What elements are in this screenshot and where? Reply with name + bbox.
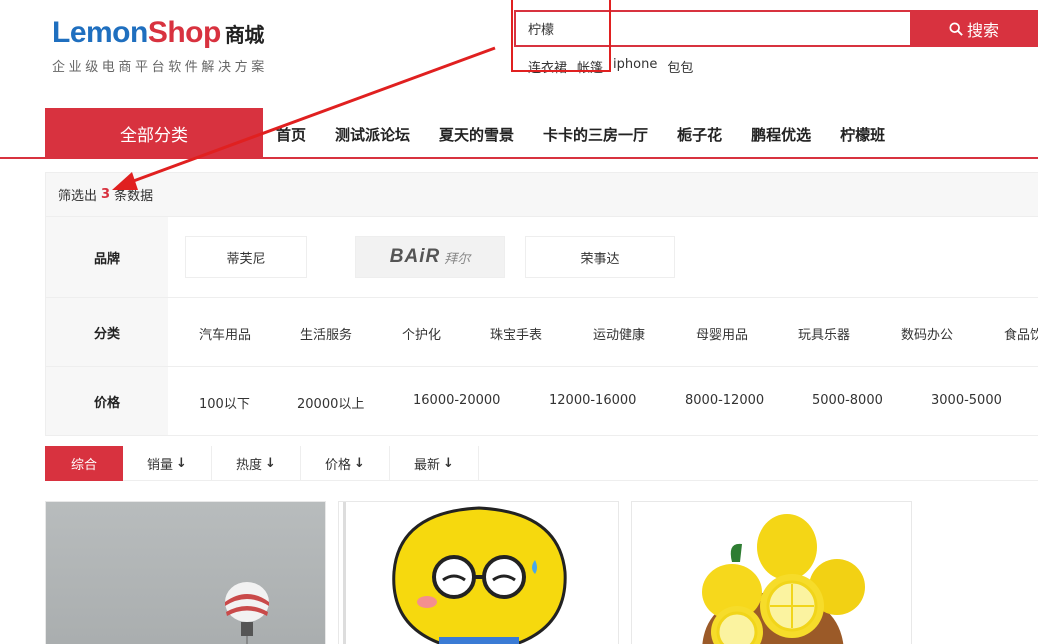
filter-summary-prefix: 筛选出 — [58, 189, 98, 204]
sort-bar: 综合 销量 ↓ 热度 ↓ 价格 ↓ 最新 ↓ — [45, 446, 1038, 481]
result-count: 3 — [101, 187, 111, 202]
brand-option-bair[interactable]: BAiR 拜尔 — [355, 236, 505, 278]
lemon-cartoon-image — [339, 502, 618, 644]
category-label: 分类 — [46, 298, 168, 366]
search-input[interactable] — [516, 12, 910, 45]
price-option[interactable]: 3000-5000 — [931, 393, 1002, 408]
logo-lemon-text: Lemon — [52, 16, 148, 49]
product-card[interactable] — [631, 501, 912, 644]
product-card[interactable] — [45, 501, 326, 644]
hot-word[interactable]: 帐篷 — [577, 57, 603, 76]
hot-words: 连衣裙 帐篷 iphone 包包 — [528, 57, 693, 76]
filter-panel: 筛选出 3 条数据 品牌 蒂芙尼 BAiR 拜尔 荣事达 分类 汽车用品 生活服务 … — [45, 172, 1038, 436]
category-option[interactable]: 生活服务 — [300, 324, 352, 343]
sort-comprehensive[interactable]: 综合 — [45, 446, 123, 481]
category-option[interactable]: 母婴用品 — [696, 324, 748, 343]
lemons-bowl-image — [632, 502, 911, 644]
brand-option[interactable]: 蒂芙尼 — [185, 236, 307, 278]
logo-cn-text: 商城 — [224, 23, 265, 47]
category-option[interactable]: 玩具乐器 — [798, 324, 850, 343]
sort-label: 最新 — [414, 458, 441, 473]
price-option[interactable]: 100以下 — [199, 393, 250, 412]
nav-divider — [0, 157, 1038, 159]
sort-label: 价格 — [325, 458, 352, 473]
filter-summary: 筛选出 3 条数据 — [46, 173, 1038, 217]
filter-summary-suffix: 条数据 — [114, 189, 154, 204]
category-options: 汽车用品 生活服务 个护化 珠宝手表 运动健康 母婴用品 玩具乐器 数码办公 食… — [168, 298, 1038, 366]
nav-item[interactable]: 卡卡的三房一厅 — [543, 124, 648, 145]
nav-item[interactable]: 测试派论坛 — [335, 124, 410, 145]
logo-shop-text: Shop — [147, 16, 222, 49]
hot-air-balloon-image — [46, 502, 325, 644]
category-row: 分类 汽车用品 生活服务 个护化 珠宝手表 运动健康 母婴用品 玩具乐器 数码办… — [46, 298, 1038, 367]
nav-item[interactable]: 柠檬班 — [840, 124, 885, 145]
price-option[interactable]: 5000-8000 — [812, 393, 883, 408]
search-button-label: 搜索 — [966, 20, 999, 40]
brand-options: 蒂芙尼 BAiR 拜尔 荣事达 — [168, 217, 1038, 297]
sort-price[interactable]: 价格 ↓ — [301, 446, 390, 481]
nav-item[interactable]: 鹏程优选 — [751, 124, 811, 145]
hot-word[interactable]: 包包 — [667, 57, 693, 76]
brand-row: 品牌 蒂芙尼 BAiR 拜尔 荣事达 — [46, 217, 1038, 298]
sort-newest[interactable]: 最新 ↓ — [390, 446, 479, 481]
category-option[interactable]: 食品饮 — [1004, 324, 1038, 343]
search-icon — [949, 21, 963, 36]
price-option[interactable]: 8000-12000 — [685, 393, 764, 408]
bair-logo-cn: 拜尔 — [444, 251, 471, 267]
price-row: 价格 100以下 20000以上 16000-20000 12000-16000… — [46, 367, 1038, 435]
sort-sales[interactable]: 销量 ↓ — [123, 446, 212, 481]
category-option[interactable]: 运动健康 — [593, 324, 645, 343]
search-box — [514, 10, 910, 47]
sort-down-arrow-icon: ↓ — [176, 456, 187, 471]
nav-item[interactable]: 夏天的雪景 — [439, 124, 514, 145]
price-options: 100以下 20000以上 16000-20000 12000-16000 80… — [168, 367, 1038, 435]
sort-down-arrow-icon: ↓ — [265, 456, 276, 471]
product-card[interactable] — [338, 501, 619, 644]
hot-word[interactable]: 连衣裙 — [528, 57, 567, 76]
sort-popularity[interactable]: 热度 ↓ — [212, 446, 301, 481]
logo-subtitle: 企业级电商平台软件解决方案 — [52, 60, 268, 75]
sort-label: 热度 — [236, 458, 263, 473]
brand-label: 品牌 — [46, 217, 168, 297]
logo-wordmark: LemonShop 商城 — [52, 16, 268, 52]
sort-down-arrow-icon: ↓ — [443, 456, 454, 471]
price-option[interactable]: 16000-20000 — [413, 393, 500, 408]
nav-item[interactable]: 栀子花 — [677, 124, 722, 145]
price-label: 价格 — [46, 367, 168, 435]
category-option[interactable]: 汽车用品 — [199, 324, 251, 343]
all-categories-button[interactable]: 全部分类 — [45, 108, 263, 158]
sort-label: 销量 — [147, 458, 174, 473]
category-option[interactable]: 数码办公 — [901, 324, 953, 343]
bair-logo: BAiR 拜尔 — [390, 246, 470, 268]
price-option[interactable]: 20000以上 — [297, 393, 364, 412]
hot-word[interactable]: iphone — [613, 57, 657, 76]
search-button[interactable]: 搜索 — [910, 10, 1038, 47]
main-nav: 首页 测试派论坛 夏天的雪景 卡卡的三房一厅 栀子花 鹏程优选 柠檬班 — [276, 124, 885, 145]
price-option[interactable]: 12000-16000 — [549, 393, 636, 408]
brand-option[interactable]: 荣事达 — [525, 236, 675, 278]
site-logo[interactable]: LemonShop 商城 企业级电商平台软件解决方案 — [52, 16, 268, 75]
category-option[interactable]: 珠宝手表 — [490, 324, 542, 343]
sort-down-arrow-icon: ↓ — [354, 456, 365, 471]
sort-label: 综合 — [70, 458, 97, 473]
nav-item-home[interactable]: 首页 — [276, 124, 306, 145]
category-option[interactable]: 个护化 — [402, 324, 441, 343]
bair-logo-text: BAiR — [389, 246, 441, 267]
